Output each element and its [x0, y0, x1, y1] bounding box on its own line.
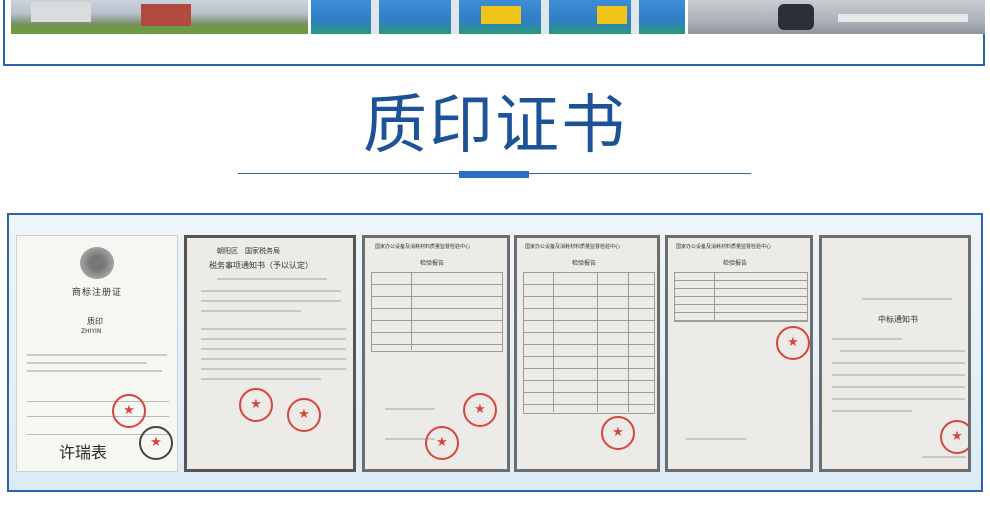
certificate-subtitle: 检验报告	[420, 260, 445, 267]
certificate-heading: 国家办公设备及消耗材料质量监督检验中心	[525, 244, 621, 250]
tax-seal-icon	[287, 398, 321, 432]
certificate-inspection-report-1[interactable]: 国家办公设备及消耗材料质量监督检验中心 检验报告	[362, 235, 510, 472]
trademark-seal-icon	[139, 426, 173, 460]
certificate-heading: 国家办公设备及消耗材料质量监督检验中心	[375, 244, 471, 250]
inspection-seal-icon	[601, 416, 635, 450]
official-seal-icon	[239, 388, 273, 422]
certificate-subtitle: 检验报告	[723, 260, 748, 267]
certificate-trademark[interactable]: 商标注册证 质印 ZHIYIN 许瑞表	[16, 235, 178, 472]
official-seal-icon	[112, 394, 146, 428]
certificate-bid-award[interactable]: 中标通知书	[819, 235, 971, 472]
certificate-tax-notice[interactable]: 朝阳区 国家税务局 税务事项通知书（予以认定）	[184, 235, 356, 472]
inspection-seal-icon	[776, 326, 810, 360]
workshop-photo	[311, 0, 685, 34]
certificate-authority: 朝阳区 国家税务局	[217, 247, 280, 255]
trademark-name: 质印	[87, 317, 103, 326]
office-photo	[688, 0, 985, 34]
certificate-heading: 国家办公设备及消耗材料质量监督检验中心	[676, 244, 772, 250]
inspection-seal-icon	[463, 393, 497, 427]
signature: 许瑞表	[59, 443, 108, 462]
certificate-inspection-report-2[interactable]: 国家办公设备及消耗材料质量监督检验中心 检验报告	[514, 235, 660, 472]
certificates-panel: 商标注册证 质印 ZHIYIN 许瑞表 朝阳区 国家税务局 税务事项通知书（予以…	[7, 213, 983, 492]
certificate-heading: 中标通知书	[878, 315, 918, 324]
photo-strip	[3, 0, 985, 66]
certificate-heading: 商标注册证	[72, 288, 123, 298]
trademark-latin: ZHIYIN	[81, 328, 102, 335]
section-title: 质印证书	[363, 89, 627, 163]
factory-exterior-photo	[11, 0, 308, 34]
certificate-inspection-report-3[interactable]: 国家办公设备及消耗材料质量监督检验中心 检验报告	[665, 235, 813, 472]
title-divider-accent	[459, 171, 529, 178]
inspection-seal-icon	[425, 426, 459, 460]
official-seal-icon	[940, 420, 968, 454]
certificate-heading: 税务事项通知书（予以认定）	[209, 261, 313, 270]
national-emblem-icon	[80, 247, 114, 279]
certificate-subtitle: 检验报告	[572, 260, 597, 267]
